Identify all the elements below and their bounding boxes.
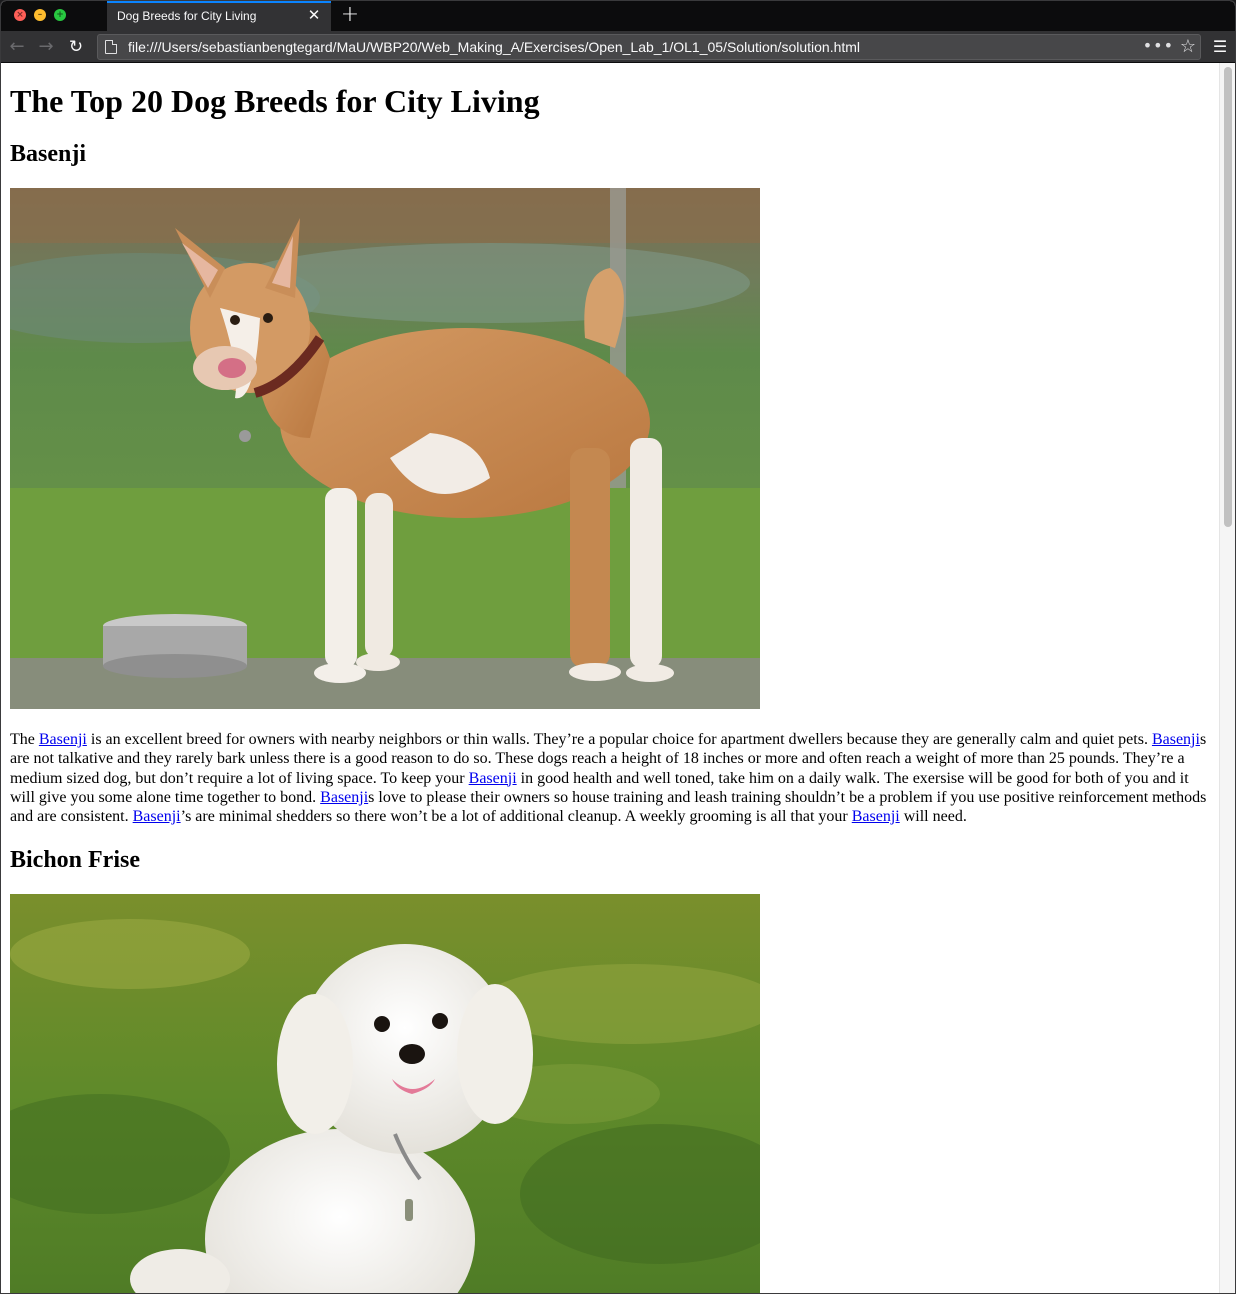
text-run: The [10,731,39,748]
vertical-scrollbar[interactable] [1219,63,1235,1293]
document-body: The Top 20 Dog Breeds for City Living Ba… [10,63,1212,1293]
basenji-description: The Basenji is an excellent breed for ow… [10,730,1212,826]
arrow-right-icon: → [38,36,54,57]
section-heading-basenji: Basenji [10,141,87,167]
reload-icon: ↻ [68,37,84,57]
basenji-dog-photo [10,188,760,709]
new-tab-button[interactable]: + [339,3,361,27]
page-viewport: The Top 20 Dog Breeds for City Living Ba… [1,63,1221,1293]
basenji-link[interactable]: Basenji [133,808,181,825]
tab-active[interactable]: Dog Breeds for City Living ✕ [107,1,331,31]
text-run: ’s are minimal shedders so there won’t b… [180,808,852,826]
bichon-frise-dog-photo [10,894,760,1293]
forward-button[interactable]: → [34,35,58,59]
page-title: The Top 20 Dog Breeds for City Living [10,83,540,119]
window-minimize-button[interactable]: – [34,9,46,21]
tab-strip: × – + Dog Breeds for City Living ✕ + [1,1,1235,31]
tab-close-icon[interactable]: ✕ [305,6,323,24]
back-button[interactable]: ← [5,35,29,59]
close-icon: × [16,10,24,20]
window-zoom-button[interactable]: + [54,9,66,21]
file-icon [105,40,117,54]
url-text[interactable]: file:///Users/sebastianbengtegard/MaU/WB… [128,39,860,55]
text-run: will need. [899,808,967,826]
minimize-icon: – [37,10,43,20]
basenji-link[interactable]: Basenji [39,731,87,748]
basenji-link[interactable]: Basenji [1152,731,1200,748]
text-run: is an excellent breed for owners with ne… [86,731,1152,748]
basenji-link[interactable]: Basenji [469,770,517,787]
url-bar[interactable]: file:///Users/sebastianbengtegard/MaU/WB… [97,34,1201,60]
section-heading-bichon-frise: Bichon Frise [10,847,140,874]
tab-title: Dog Breeds for City Living [117,9,257,23]
navigation-toolbar: ← → ↻ file:///Users/sebastianbengtegard/… [1,31,1235,63]
window-close-button[interactable]: × [14,9,26,21]
zoom-icon: + [56,10,64,20]
star-icon[interactable]: ☆ [1180,36,1196,57]
basenji-link[interactable]: Basenji [320,789,368,806]
hamburger-menu-icon[interactable]: ☰ [1209,36,1231,58]
scrollbar-thumb[interactable] [1224,67,1232,527]
browser-window: × – + Dog Breeds for City Living ✕ + ← →… [0,0,1236,1294]
page-actions-button[interactable]: ••• [1143,36,1174,55]
arrow-left-icon: ← [9,36,25,57]
reload-button[interactable]: ↻ [64,35,88,59]
basenji-link[interactable]: Basenji [852,808,900,825]
